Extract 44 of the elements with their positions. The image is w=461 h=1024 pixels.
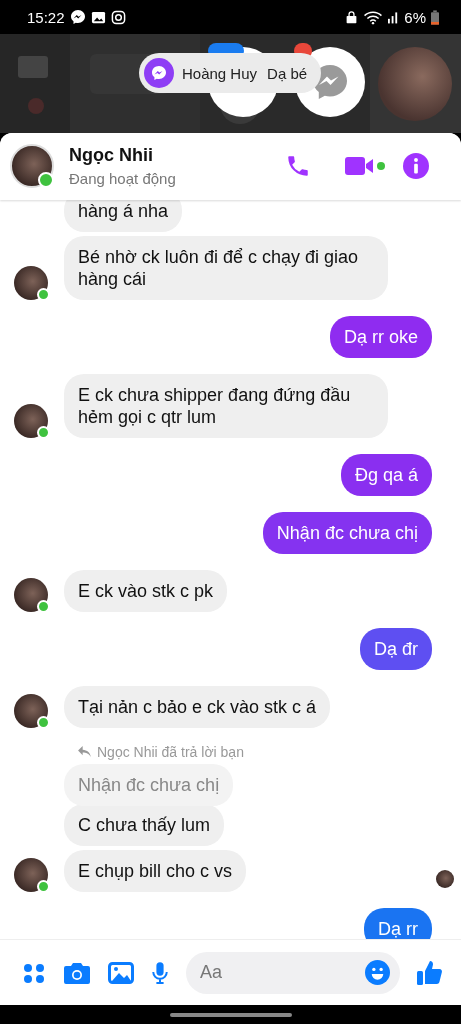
message-bubble: Bé nhờ ck luôn đi để c chạy đi giao hàng cái (64, 235, 388, 300)
messenger-icon (69, 9, 86, 25)
contact-name: Ngọc Nhii (69, 145, 154, 167)
battery-percent: 6% (404, 8, 426, 26)
camera-icon[interactable] (63, 960, 91, 985)
camera-app-icon (110, 9, 126, 25)
microphone-icon[interactable] (151, 959, 169, 986)
emoji-icon[interactable] (365, 959, 390, 985)
message-preview-popup[interactable]: Hoàng Huy Dạ bé (139, 53, 322, 93)
message-bubble: Dạ rr oke (329, 315, 432, 358)
avatar[interactable] (14, 403, 48, 438)
sender-name: Hoàng Huy (182, 64, 258, 82)
message-bubble: C chưa thấy lum (64, 803, 225, 846)
message-bubble: Nhận đc chưa chị (262, 511, 432, 554)
messenger-icon (144, 58, 174, 88)
message-bubble: Đg qa á (340, 453, 432, 496)
lock-icon (345, 10, 359, 24)
info-icon[interactable] (403, 153, 429, 180)
message-bubble: E chụp bill cho c vs (64, 849, 247, 892)
avatar[interactable] (10, 144, 54, 189)
message-bubble: Tại nản c bảo e ck vào stk c á (64, 685, 331, 728)
message-input[interactable]: Aa (186, 951, 400, 994)
avatar[interactable] (14, 857, 48, 892)
avatar[interactable] (14, 577, 48, 612)
thumbs-up-icon[interactable] (417, 959, 443, 986)
message-bubble: Dạ rr (364, 907, 432, 940)
quoted-message: Nhận đc chưa chị (64, 763, 234, 806)
image-icon (90, 9, 106, 25)
message-bubble: E ck vào stk c pk (64, 569, 228, 612)
image-icon[interactable] (108, 960, 134, 985)
reply-note: Ngọc Nhii đã trả lời bạn (97, 743, 244, 760)
signal-icon (388, 10, 400, 24)
avatar[interactable] (14, 265, 48, 300)
message-preview: Dạ bé (267, 64, 308, 82)
avatar[interactable] (14, 693, 48, 728)
message-bubble: E ck chưa shipper đang đứng đầu hẻm gọi c qtr lum (64, 373, 388, 438)
message-bubble: hàng á nha (64, 199, 183, 232)
message-bubble: Dạ đr (360, 627, 432, 670)
active-status: Đang hoạt động (69, 170, 177, 188)
clock-time: 15:22 (27, 8, 65, 26)
battery-icon (431, 9, 439, 25)
reply-icon (78, 746, 91, 758)
home-indicator[interactable] (169, 1012, 292, 1017)
wifi-icon (363, 9, 384, 25)
